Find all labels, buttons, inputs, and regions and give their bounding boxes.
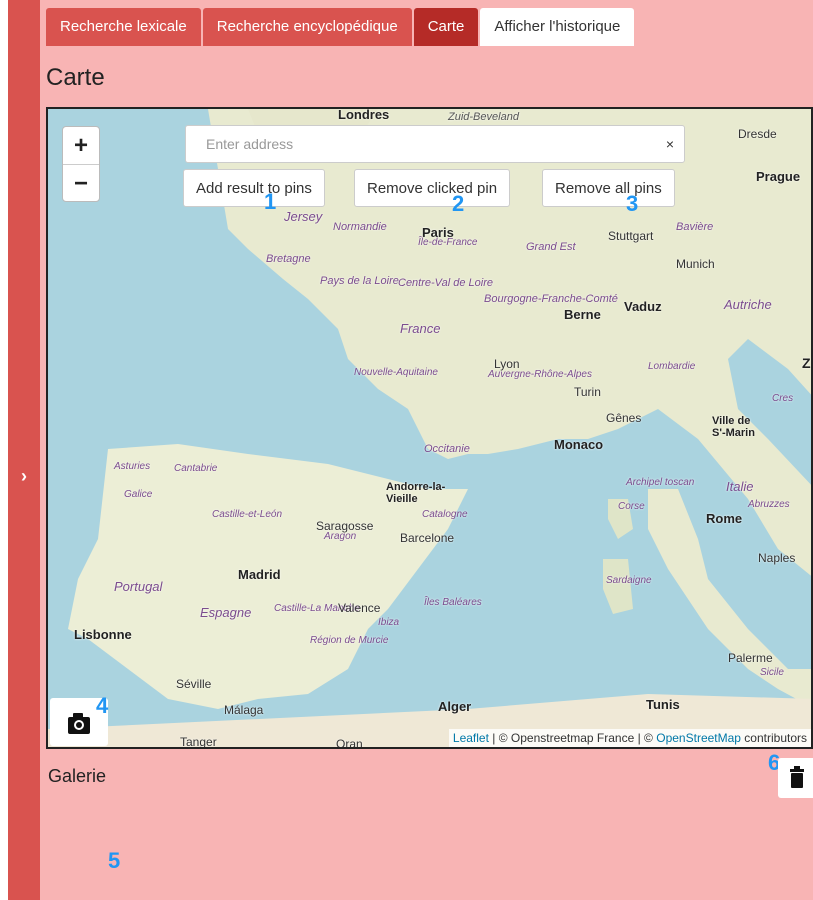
map-label: Abruzzes: [748, 499, 790, 510]
map-label: Séville: [176, 677, 212, 691]
map-label: Dresde: [738, 127, 777, 141]
map-label: Munich: [676, 257, 715, 271]
map-label: Andorre-la-Vieille: [386, 481, 446, 505]
map-label: Málaga: [224, 703, 264, 717]
map-label: Turin: [574, 385, 601, 399]
gallery-title: Galerie: [48, 766, 107, 786]
attribution-text: contributors: [740, 731, 807, 745]
address-placeholder: Enter address: [206, 136, 294, 152]
map-label: Auvergne-Rhône-Alpes: [488, 369, 592, 380]
marker-number: 1: [264, 189, 277, 214]
add-result-to-pins-button[interactable]: Add result to pins: [183, 169, 325, 207]
map-label: Lisbonne: [74, 627, 132, 642]
map-label: Tanger: [180, 735, 217, 749]
map-label: Asturies: [114, 461, 151, 472]
map-label: Aragon: [324, 531, 357, 542]
map-label: Îles Baléares: [424, 597, 482, 608]
map-label: Italie: [726, 479, 754, 494]
attribution-text: | © Openstreetmap France | ©: [488, 731, 657, 745]
map-label: Cres: [772, 393, 794, 404]
trash-icon: [790, 766, 804, 788]
map-label: Londres: [338, 107, 390, 122]
map-label: Ibiza: [378, 617, 400, 628]
map-label: Sicile: [760, 667, 784, 678]
map-label: Z: [802, 355, 811, 371]
map-label: Palerme: [728, 651, 773, 665]
map-label: Occitanie: [424, 443, 470, 455]
map-label: Ville de S'-Marin: [712, 415, 755, 439]
map-label: Archipel toscan: [626, 477, 695, 488]
map-label: Autriche: [724, 297, 772, 312]
marker-number: 3: [626, 191, 639, 216]
map-label: Gênes: [606, 411, 642, 425]
address-search-input[interactable]: Enter address ×: [185, 125, 685, 163]
map-label: Zuid-Beveland: [448, 111, 519, 123]
page-title: Carte: [46, 64, 105, 91]
map-view[interactable]: + − Enter address × Add result to pins R…: [46, 107, 813, 749]
tab-history[interactable]: Afficher l'historique: [480, 8, 635, 46]
map-label: Bavière: [676, 221, 714, 233]
map-label: Monaco: [554, 437, 604, 452]
tab-map[interactable]: Carte: [413, 8, 479, 46]
map-label: Alger: [438, 699, 472, 714]
map-label: Région de Murcie: [310, 635, 389, 646]
delete-button[interactable]: [778, 758, 813, 798]
zoom-out-button[interactable]: −: [63, 165, 99, 202]
map-label: Pays de la Loire: [320, 275, 399, 287]
map-label: Île-de-France: [418, 237, 478, 248]
map-label: Nouvelle-Aquitaine: [354, 367, 438, 378]
chevron-right-icon[interactable]: ›: [8, 462, 40, 490]
map-label: Portugal: [114, 579, 163, 594]
map-label: Vaduz: [624, 299, 662, 314]
map-label: Grand Est: [526, 241, 576, 253]
map-label: Corse: [618, 501, 645, 512]
map-label: Lombardie: [648, 361, 696, 372]
map-label: Cantabrie: [174, 463, 218, 474]
zoom-control: + −: [62, 126, 100, 202]
map-label: Bourgogne-Franche-Comté: [484, 293, 618, 305]
remove-all-pins-button[interactable]: Remove all pins: [542, 169, 675, 207]
map-label: Berne: [564, 307, 601, 322]
sidebar-rail: ›: [8, 0, 40, 900]
osm-link[interactable]: OpenStreetMap: [656, 731, 741, 745]
marker-number: 2: [452, 191, 465, 216]
map-label: Castille-et-León: [212, 509, 283, 520]
map-attribution: Leaflet | © Openstreetmap France | © Ope…: [448, 729, 811, 747]
map-label: Jersey: [284, 209, 323, 224]
map-label: France: [400, 321, 441, 336]
map-label: Naples: [758, 551, 796, 565]
marker-number: 5: [108, 848, 121, 873]
map-label: Espagne: [200, 605, 252, 620]
map-label: Valence: [338, 601, 381, 615]
map-label: Bretagne: [266, 253, 311, 265]
map-label: Tunis: [646, 697, 680, 712]
remove-clicked-pin-button[interactable]: Remove clicked pin: [354, 169, 511, 207]
tab-lexical-search[interactable]: Recherche lexicale: [46, 8, 201, 46]
leaflet-link[interactable]: Leaflet: [453, 731, 489, 745]
map-label: Oran: [336, 737, 363, 749]
tab-bar: Recherche lexicale Recherche encyclopédi…: [46, 8, 636, 46]
map-label: Stuttgart: [608, 229, 654, 243]
tab-encyclopedic-search[interactable]: Recherche encyclopédique: [202, 8, 412, 46]
map-label: Catalogne: [422, 509, 468, 520]
marker-number: 4: [96, 693, 109, 718]
clear-icon[interactable]: ×: [666, 126, 674, 162]
map-label: Galice: [124, 489, 153, 500]
map-label: Rome: [706, 511, 743, 526]
map-label: Centre-Val de Loire: [398, 277, 493, 289]
map-label: Madrid: [238, 567, 281, 582]
map-label: Prague: [756, 169, 801, 184]
map-label: Barcelone: [400, 531, 455, 545]
map-label: Normandie: [333, 221, 387, 233]
page: › Recherche lexicale Recherche encyclopé…: [8, 0, 813, 900]
map-label: Sardaigne: [606, 575, 652, 586]
zoom-in-button[interactable]: +: [63, 127, 99, 165]
